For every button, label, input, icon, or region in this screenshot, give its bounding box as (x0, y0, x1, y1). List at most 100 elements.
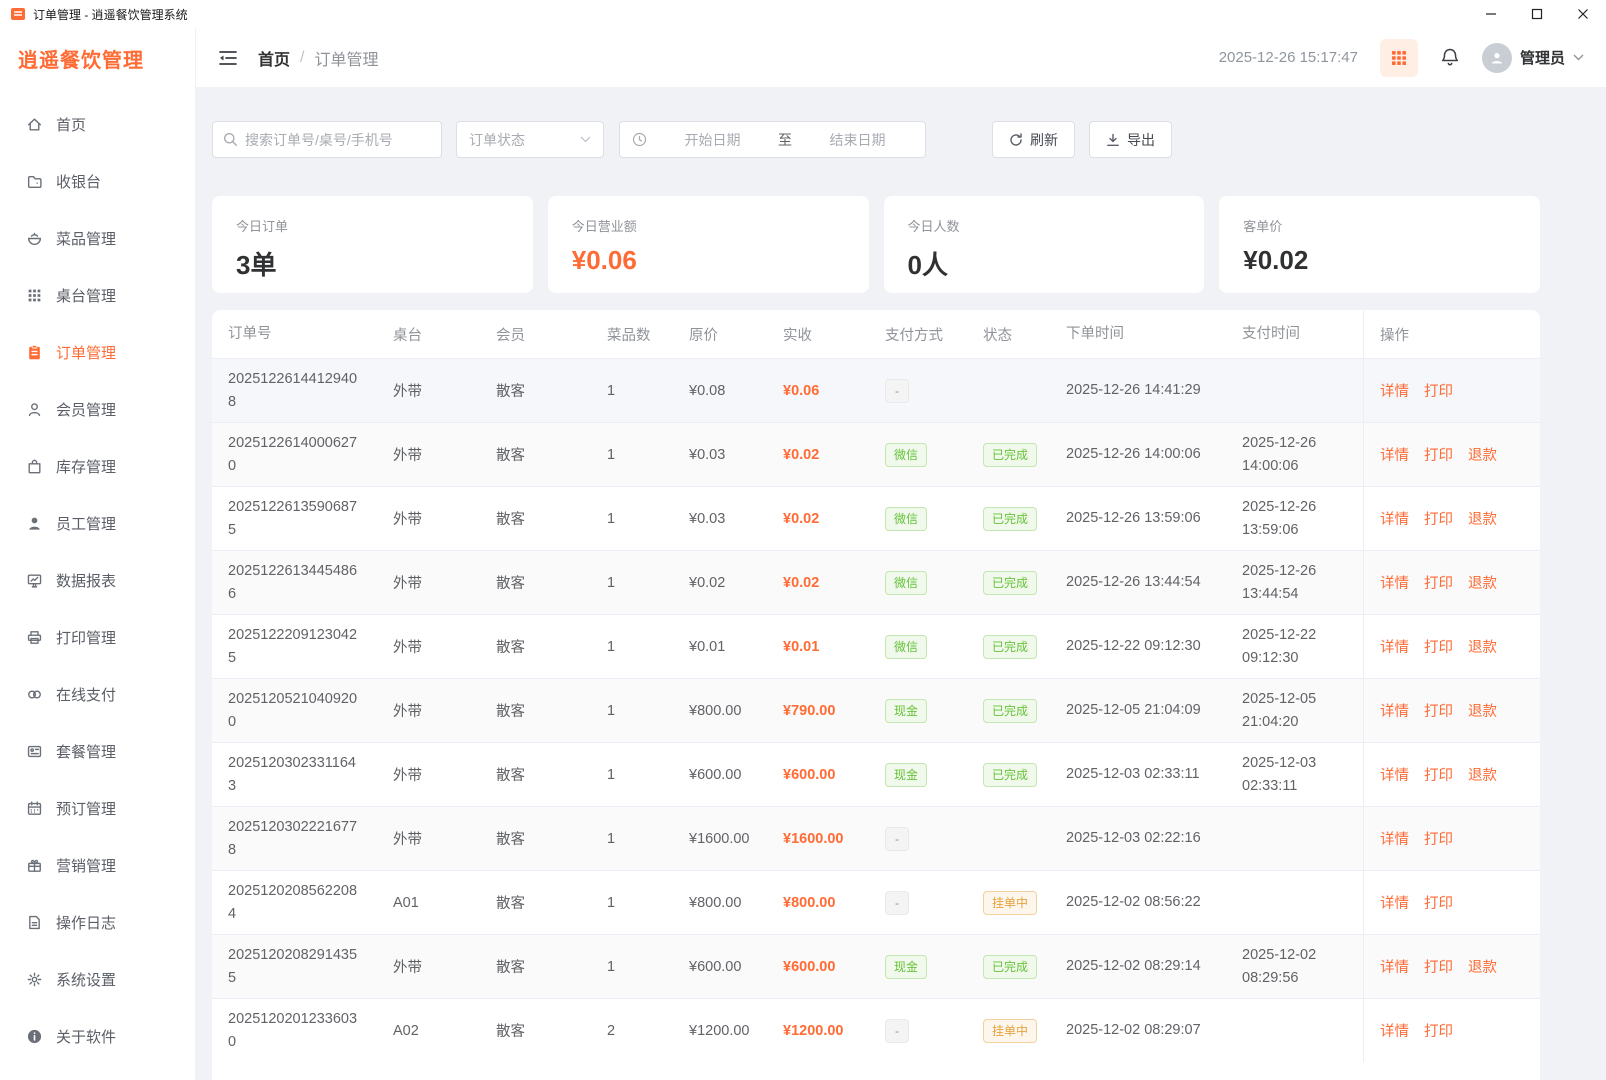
action-link-详情[interactable]: 详情 (1380, 956, 1409, 977)
action-link-退款[interactable]: 退款 (1468, 636, 1497, 657)
sidebar-item-logs[interactable]: 操作日志 (0, 894, 195, 951)
sidebar-item-label: 数据报表 (56, 573, 117, 590)
action-link-打印[interactable]: 打印 (1424, 508, 1453, 529)
apps-grid-icon[interactable] (1379, 38, 1418, 77)
sidebar-item-dishes[interactable]: 菜品管理 (0, 210, 195, 267)
sidebar-item-label: 营销管理 (56, 858, 117, 875)
payment-method: 微信 (885, 423, 983, 486)
original-price: ¥600.00 (689, 958, 742, 975)
table-row: 20251222091230425 外带 散客 1 ¥0.01 ¥0.01 微信 已完成 202… (212, 614, 1540, 678)
window-title: 订单管理 - 逍遥餐饮管理系统 (33, 7, 188, 22)
sidebar-item-settings[interactable]: 系统设置 (0, 951, 195, 1008)
export-button[interactable]: 导出 (1089, 121, 1172, 158)
order-status: 挂单中 (983, 999, 1066, 1062)
action-link-详情[interactable]: 详情 (1380, 508, 1409, 529)
order-status-select[interactable]: 订单状态 (456, 121, 604, 158)
sidebar-item-label: 会员管理 (56, 402, 117, 419)
action-link-打印[interactable]: 打印 (1424, 700, 1453, 721)
action-link-详情[interactable]: 详情 (1380, 572, 1409, 593)
original-price: ¥600.00 (689, 766, 742, 783)
action-link-打印[interactable]: 打印 (1424, 444, 1453, 465)
minimize-icon[interactable] (1468, 0, 1514, 28)
payment-method: 微信 (885, 487, 983, 550)
actual-price: ¥1600.00 (783, 830, 844, 847)
action-link-详情[interactable]: 详情 (1380, 636, 1409, 657)
payment-method: 微信 (885, 615, 983, 678)
action-link-详情[interactable]: 详情 (1380, 444, 1409, 465)
action-link-退款[interactable]: 退款 (1468, 444, 1497, 465)
sidebar-item-payment[interactable]: 在线支付 (0, 666, 195, 723)
pay-time: 2025-12-05 21:04:20 (1242, 691, 1317, 730)
table-no: 外带 (393, 768, 422, 784)
stat-cards: 今日订单 3单 今日营业额 ¥0.06 今日人数 0人 客单价 ¥0.02 (212, 196, 1540, 293)
success-badge: 已完成 (983, 506, 1038, 531)
search-box[interactable] (212, 121, 442, 158)
sidebar-item-cashier[interactable]: 收银台 (0, 153, 195, 210)
sidebar-item-about[interactable]: 关于软件 (0, 1008, 195, 1065)
window-titlebar[interactable]: 订单管理 - 逍遥餐饮管理系统 (0, 0, 1606, 28)
stat-card-today-revenue: 今日营业额 ¥0.06 (547, 196, 869, 293)
refresh-button[interactable]: 刷新 (992, 121, 1075, 158)
stat-label: 今日营业额 (571, 219, 637, 234)
actual-price: ¥600.00 (783, 766, 836, 783)
user-menu[interactable]: 管理员 (1481, 42, 1584, 73)
sidebar-item-members[interactable]: 会员管理 (0, 381, 195, 438)
order-status: 已完成 (983, 743, 1066, 806)
sidebar-item-reports[interactable]: 数据报表 (0, 552, 195, 609)
action-link-打印[interactable]: 打印 (1424, 636, 1453, 657)
action-link-详情[interactable]: 详情 (1380, 380, 1409, 401)
date-start-placeholder: 开始日期 (684, 131, 741, 148)
row-actions: 详情 打印 退款 (1363, 551, 1540, 614)
sidebar-item-orders[interactable]: 订单管理 (0, 324, 195, 381)
action-link-打印[interactable]: 打印 (1424, 380, 1453, 401)
info-badge: - (885, 826, 909, 851)
staff-icon (26, 515, 43, 532)
cashier-icon (26, 173, 43, 190)
sidebar-item-inventory[interactable]: 库存管理 (0, 438, 195, 495)
action-link-详情[interactable]: 详情 (1380, 764, 1409, 785)
orders-icon (26, 344, 43, 361)
table-no: 外带 (393, 576, 422, 592)
notification-bell-icon[interactable] (1440, 47, 1460, 68)
table-no: 外带 (393, 640, 422, 656)
date-range-picker[interactable]: 开始日期 至 结束日期 (619, 121, 926, 158)
sidebar-item-staff[interactable]: 员工管理 (0, 495, 195, 552)
action-link-打印[interactable]: 打印 (1424, 1020, 1453, 1041)
action-link-打印[interactable]: 打印 (1424, 956, 1453, 977)
table-row: 20251202085622084 A01 散客 1 ¥800.00 ¥800.00 - 挂单… (212, 870, 1540, 934)
sidebar-item-home[interactable]: 首页 (0, 96, 195, 153)
action-link-退款[interactable]: 退款 (1468, 508, 1497, 529)
close-icon[interactable] (1560, 0, 1606, 28)
warning-badge: 挂单中 (983, 1018, 1038, 1043)
action-link-退款[interactable]: 退款 (1468, 700, 1497, 721)
action-link-打印[interactable]: 打印 (1424, 764, 1453, 785)
search-input[interactable] (245, 131, 431, 148)
sidebar-item-combo[interactable]: 套餐管理 (0, 723, 195, 780)
maximize-icon[interactable] (1514, 0, 1560, 28)
payment-method: - (885, 999, 983, 1062)
sidebar-collapse-icon[interactable] (218, 49, 238, 67)
sidebar-item-reservation[interactable]: 预订管理 (0, 780, 195, 837)
order-time: 2025-12-02 08:29:14 (1066, 958, 1201, 975)
filter-bar: 订单状态 开始日期 至 结束日期 刷新 导出 (212, 121, 1540, 158)
sidebar-item-tables[interactable]: 桌台管理 (0, 267, 195, 324)
action-link-详情[interactable]: 详情 (1380, 700, 1409, 721)
sidebar: 逍遥餐饮管理 首页 收银台 菜品管理 桌台管理 订单管理 会员管理 库存管理 员工管理 数据报表… (0, 28, 196, 1080)
action-link-详情[interactable]: 详情 (1380, 1020, 1409, 1041)
action-link-退款[interactable]: 退款 (1468, 956, 1497, 977)
action-link-退款[interactable]: 退款 (1468, 764, 1497, 785)
table-header-row: 订单号 桌台 会员 菜品数 原价 实收 支付方式 状态 下单时间 支付时间 操作 (212, 310, 1540, 358)
sidebar-item-print[interactable]: 打印管理 (0, 609, 195, 666)
action-link-详情[interactable]: 详情 (1380, 892, 1409, 913)
action-link-打印[interactable]: 打印 (1424, 892, 1453, 913)
stat-value: ¥0.06 (571, 245, 637, 275)
action-link-打印[interactable]: 打印 (1424, 828, 1453, 849)
dish-count: 1 (607, 766, 616, 783)
action-link-打印[interactable]: 打印 (1424, 572, 1453, 593)
breadcrumb-home[interactable]: 首页 (258, 46, 290, 70)
action-link-退款[interactable]: 退款 (1468, 572, 1497, 593)
action-link-详情[interactable]: 详情 (1380, 828, 1409, 849)
stat-value: ¥0.02 (1243, 245, 1309, 275)
chevron-down-icon (1573, 54, 1584, 61)
sidebar-item-marketing[interactable]: 营销管理 (0, 837, 195, 894)
